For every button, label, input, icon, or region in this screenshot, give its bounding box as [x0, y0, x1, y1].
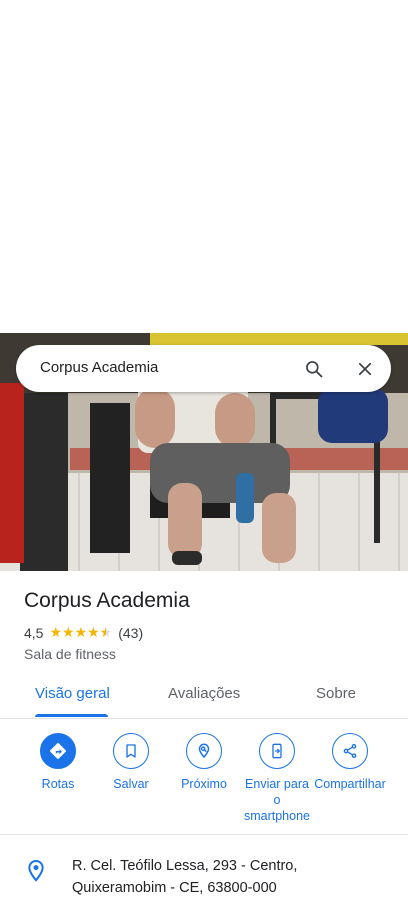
share-icon [332, 733, 368, 769]
save-label: Salvar [113, 777, 149, 791]
place-title: Corpus Academia [24, 589, 190, 612]
star-rating-icon: ★★★★★ [49, 624, 113, 640]
tab-overview[interactable]: Visão geral [35, 685, 110, 702]
share-label: Compartilhar [314, 777, 386, 791]
search-query[interactable]: Corpus Academia [40, 359, 158, 376]
directions-label: Rotas [41, 777, 75, 791]
rating-row[interactable]: 4,5 ★★★★★ (43) [24, 624, 143, 641]
close-icon[interactable] [351, 355, 379, 383]
search-bar[interactable]: Corpus Academia [16, 345, 391, 392]
send-to-phone-button[interactable]: Enviar para o smartphone [240, 733, 314, 824]
rating-value: 4,5 [24, 624, 44, 641]
location-pin-icon [26, 859, 46, 888]
divider [0, 834, 408, 835]
address-text: R. Cel. Teófilo Lessa, 293 - Centro, Qui… [72, 858, 298, 896]
send-to-phone-icon [259, 733, 295, 769]
share-button[interactable]: Compartilhar [313, 733, 387, 792]
blank-map-area [0, 0, 408, 333]
directions-icon [40, 733, 76, 769]
save-button[interactable]: Salvar [96, 733, 166, 792]
nearby-label: Próximo [181, 777, 227, 791]
tab-about[interactable]: Sobre [316, 685, 356, 702]
nearby-button[interactable]: Próximo [169, 733, 239, 792]
nearby-icon [186, 733, 222, 769]
place-category: Sala de fitness [24, 646, 116, 662]
tab-bar: Visão geral Avaliações Sobre [0, 676, 408, 719]
active-tab-indicator [35, 714, 108, 717]
review-count[interactable]: (43) [118, 625, 143, 641]
send-to-phone-label: Enviar para o smartphone [243, 777, 310, 823]
tab-reviews[interactable]: Avaliações [168, 685, 240, 702]
directions-button[interactable]: Rotas [23, 733, 93, 792]
bookmark-icon [113, 733, 149, 769]
search-icon[interactable] [300, 355, 328, 383]
